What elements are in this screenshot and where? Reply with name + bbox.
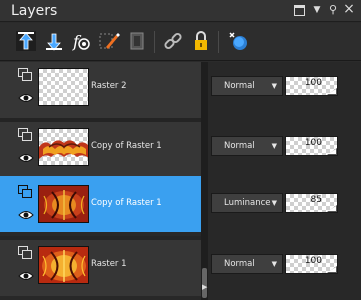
layer-row[interactable]: Copy of Raster 1 Normal ▼ 100 <box>0 122 361 178</box>
layer-name[interactable]: Copy of Raster 1 <box>91 141 201 151</box>
panel-titlebar: Layers ▼ ⚲ × <box>0 0 361 22</box>
opacity-field[interactable]: 85 <box>285 193 338 213</box>
layer-name[interactable]: Raster 1 <box>91 259 201 269</box>
visibility-eye-icon[interactable] <box>18 92 34 104</box>
layer-thumbnail <box>38 246 89 284</box>
link-icon[interactable] <box>161 29 185 53</box>
layers-scrollbar[interactable] <box>201 62 208 300</box>
opacity-value: 100 <box>304 256 322 266</box>
blend-mode-value: Normal <box>224 259 255 269</box>
visibility-eye-icon[interactable] <box>18 209 34 221</box>
layer-row-selected[interactable]: Copy of Raster 1 Luminance ▼ 85 <box>0 176 361 232</box>
layer-name[interactable]: Copy of Raster 1 <box>91 198 201 208</box>
opacity-field[interactable]: 100 <box>285 76 338 96</box>
new-layer-icon[interactable] <box>226 29 250 53</box>
panel-title: Layers <box>11 3 58 19</box>
toolbar-divider <box>154 31 155 53</box>
chevron-down-icon: ▼ <box>271 142 277 150</box>
layer-row[interactable]: Raster 1 Normal ▼ 100 <box>0 240 361 296</box>
chevron-down-icon: ▼ <box>271 82 277 90</box>
blend-mode-value: Normal <box>224 81 255 91</box>
expand-arrow-icon[interactable]: ▶ <box>202 283 207 291</box>
menu-icon[interactable]: ▼ <box>311 4 323 16</box>
blend-mode-dropdown[interactable]: Normal ▼ <box>211 136 283 156</box>
move-layer-down-icon[interactable] <box>42 29 66 53</box>
layers-list[interactable]: Raster 2 Normal ▼ 100 Copy of Raster 1 No… <box>0 62 361 300</box>
blend-mode-value: Normal <box>224 141 255 151</box>
layer-thumbnail <box>38 68 89 106</box>
chevron-down-icon: ▼ <box>271 199 277 207</box>
blend-mode-dropdown[interactable]: Luminance ▼ <box>211 193 283 213</box>
opacity-value: 100 <box>304 138 322 148</box>
edit-selection-icon[interactable] <box>97 29 121 53</box>
layer-type-icon <box>18 246 32 259</box>
opacity-value: 85 <box>310 195 322 205</box>
blend-mode-dropdown[interactable]: Normal ▼ <box>211 254 283 274</box>
blend-mode-dropdown[interactable]: Normal ▼ <box>211 76 283 96</box>
layer-type-icon <box>18 128 32 141</box>
move-layer-up-icon[interactable] <box>14 29 38 53</box>
pin-icon[interactable]: ⚲ <box>327 4 339 16</box>
visibility-eye-icon[interactable] <box>18 152 34 164</box>
blend-mode-value: Luminance <box>224 198 271 208</box>
layer-name[interactable]: Raster 2 <box>91 81 201 91</box>
close-icon[interactable]: × <box>343 2 355 16</box>
chevron-down-icon: ▼ <box>271 260 277 268</box>
layer-thumbnail <box>38 128 89 166</box>
layer-effects-icon[interactable]: f <box>69 29 93 53</box>
opacity-field[interactable]: 100 <box>285 136 338 156</box>
opacity-field[interactable]: 100 <box>285 254 338 274</box>
restore-icon[interactable] <box>294 5 305 16</box>
mask-icon[interactable] <box>125 29 149 53</box>
layer-type-icon <box>18 68 32 81</box>
lock-icon[interactable] <box>189 29 213 53</box>
opacity-value: 100 <box>304 78 322 88</box>
layer-type-icon <box>18 185 32 198</box>
toolbar-divider <box>218 31 219 53</box>
layer-thumbnail <box>38 185 89 223</box>
layer-row[interactable]: Raster 2 Normal ▼ 100 <box>0 62 361 118</box>
layers-toolbar: f <box>0 23 361 61</box>
visibility-eye-icon[interactable] <box>18 270 34 282</box>
